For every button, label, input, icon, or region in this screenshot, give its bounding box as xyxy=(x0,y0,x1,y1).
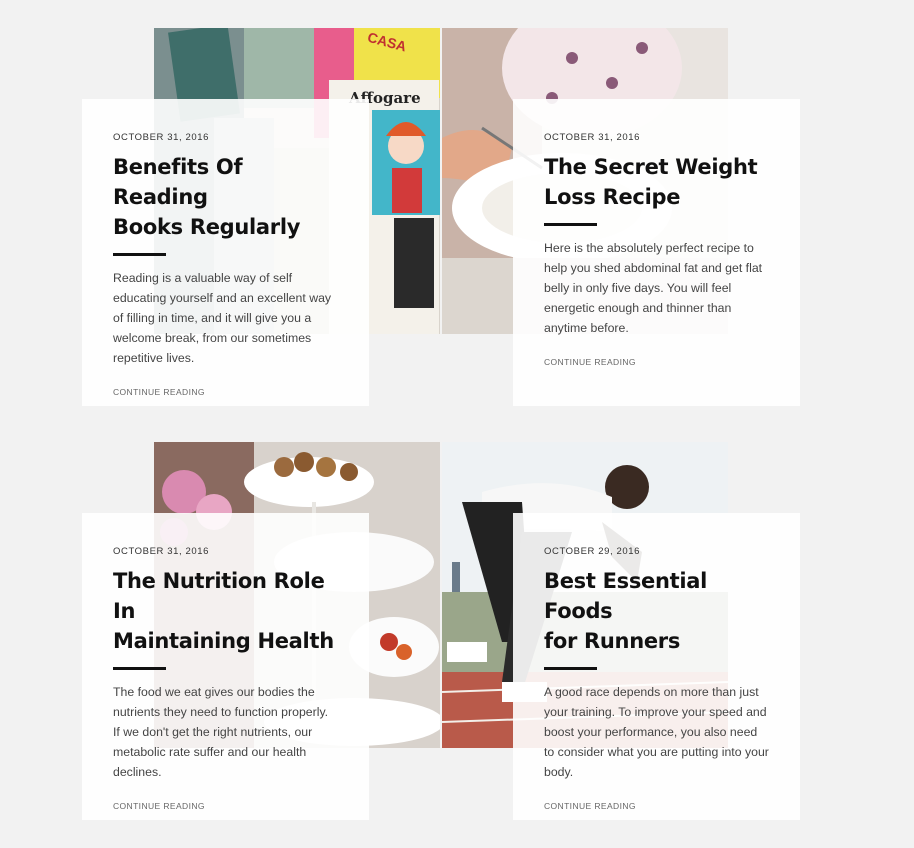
post-excerpt: Here is the absolutely perfect recipe to… xyxy=(544,241,763,335)
post-card-body: OCTOBER 29, 2016 Best Essential Foods fo… xyxy=(513,513,800,820)
post-card-body: OCTOBER 31, 2016 Benefits Of Reading Boo… xyxy=(82,99,369,406)
post-title[interactable]: The Secret Weight Loss Recipe xyxy=(544,152,769,212)
post-title-line-2[interactable]: Books Regularly xyxy=(113,215,300,239)
post-title-line-1[interactable]: The Secret Weight xyxy=(544,155,758,179)
continue-reading-link[interactable]: CONTINUE READING xyxy=(113,801,338,811)
post-excerpt: A good race depends on more than just yo… xyxy=(544,685,769,779)
post-card-body: OCTOBER 31, 2016 The Secret Weight Loss … xyxy=(513,99,800,406)
continue-reading-link[interactable]: CONTINUE READING xyxy=(544,801,769,811)
post-title[interactable]: Best Essential Foods for Runners xyxy=(544,566,769,656)
post-title-line-2[interactable]: Loss Recipe xyxy=(544,185,680,209)
post-card: OCTOBER 31, 2016 The Nutrition Role In M… xyxy=(82,442,442,842)
post-title-line-1[interactable]: Best Essential Foods xyxy=(544,569,707,623)
post-title-line-2[interactable]: Maintaining Health xyxy=(113,629,334,653)
post-card: OCTOBER 29, 2016 Best Essential Foods fo… xyxy=(442,442,873,842)
continue-reading-link[interactable]: CONTINUE READING xyxy=(544,357,769,367)
post-title[interactable]: The Nutrition Role In Maintaining Health xyxy=(113,566,338,656)
post-excerpt: The food we eat gives our bodies the nut… xyxy=(113,685,329,779)
post-date: OCTOBER 31, 2016 xyxy=(113,132,210,143)
post-title[interactable]: Benefits Of Reading Books Regularly xyxy=(113,152,338,242)
title-underline-divider xyxy=(113,253,166,256)
post-excerpt: Reading is a valuable way of self educat… xyxy=(113,271,332,365)
post-date: OCTOBER 29, 2016 xyxy=(544,546,641,557)
continue-reading-link[interactable]: CONTINUE READING xyxy=(113,387,338,397)
title-underline-divider xyxy=(544,223,597,226)
title-underline-divider xyxy=(113,667,166,670)
post-title-line-2[interactable]: for Runners xyxy=(544,629,680,653)
post-card: OCTOBER 31, 2016 The Secret Weight Loss … xyxy=(442,28,873,428)
title-underline-divider xyxy=(544,667,597,670)
post-card-body: OCTOBER 31, 2016 The Nutrition Role In M… xyxy=(82,513,369,820)
post-card: Affogare CASA OCTOBER 31, 2016 Benefits … xyxy=(82,28,442,428)
post-date: OCTOBER 31, 2016 xyxy=(544,132,641,143)
post-title-line-1[interactable]: The Nutrition Role In xyxy=(113,569,325,623)
post-title-line-1[interactable]: Benefits Of Reading xyxy=(113,155,243,209)
post-date: OCTOBER 31, 2016 xyxy=(113,546,210,557)
